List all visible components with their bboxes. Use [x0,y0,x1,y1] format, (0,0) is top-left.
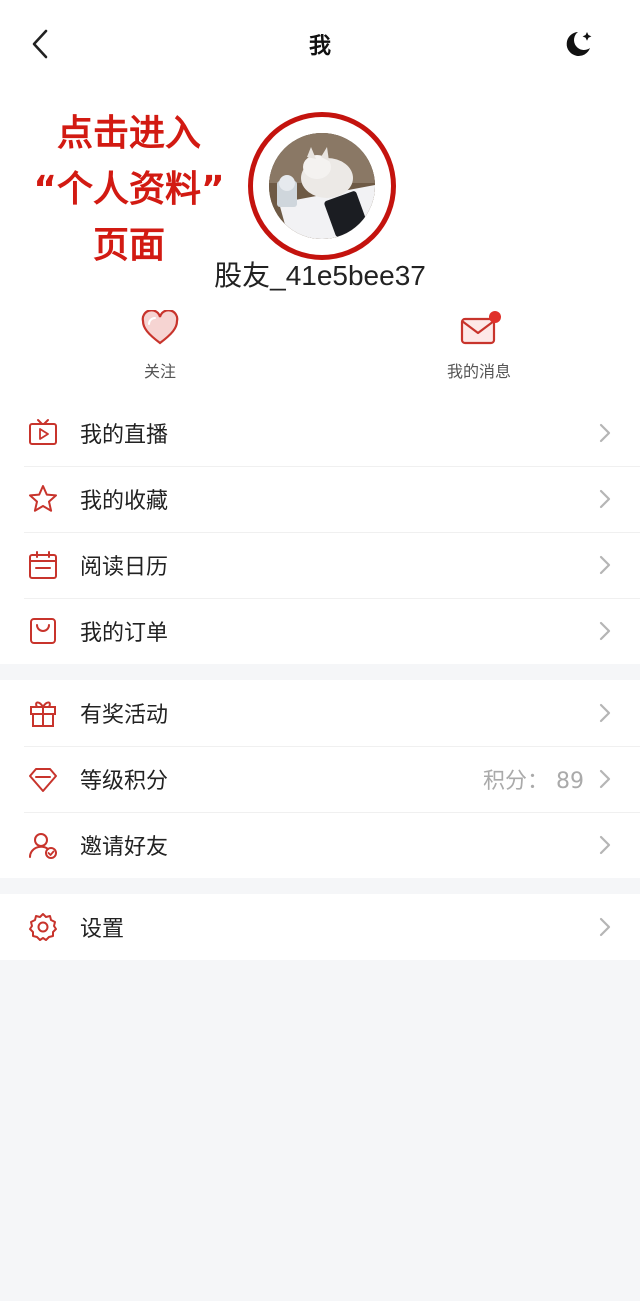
night-mode-button[interactable] [560,26,596,62]
section-divider [0,878,640,894]
tutorial-annotation: 点击进入 “个人资料” 页面 [14,106,244,274]
annotation-line: “个人资料” [33,169,225,210]
menu-label: 我的订单 [80,621,169,646]
profile-header: 我 点击进入 “个人资料” 页面 股友_41e5bee37 关注 我的消息 [0,0,640,400]
chevron-right-icon [599,835,611,855]
chevron-right-icon [599,423,611,443]
bag-icon [30,618,56,644]
menu-group-2: 有奖活动 等级积分 积分： 89 邀请好友 [0,680,640,878]
menu-item-level-points[interactable]: 等级积分 积分： 89 [0,746,640,812]
messages-label: 我的消息 [446,362,511,381]
avatar-image [269,133,375,239]
menu-label: 我的收藏 [80,489,169,514]
invite-user-icon [28,833,57,859]
star-icon [29,485,57,512]
menu-item-settings[interactable]: 设置 [0,894,640,960]
menu-label: 等级积分 [80,769,169,794]
annotation-line: 点击进入 [56,113,201,154]
menu-label: 邀请好友 [80,835,169,860]
diamond-icon [29,768,57,792]
moon-icon [566,32,592,56]
gift-icon [30,701,56,727]
username[interactable]: 股友_41e5bee37 [0,254,640,294]
section-divider [0,664,640,680]
menu-label: 阅读日历 [80,555,169,580]
points-value: 积分： 89 [483,769,584,794]
mail-icon [460,311,501,345]
gear-icon [29,913,57,941]
menu-item-reading-calendar[interactable]: 阅读日历 [0,532,640,598]
calendar-icon [29,551,57,579]
follow-label: 关注 [143,362,176,381]
heart-icon [141,310,179,345]
menu-item-invite-friends[interactable]: 邀请好友 [0,812,640,878]
menu-label: 设置 [80,917,125,942]
menu-label: 我的直播 [80,423,169,448]
chevron-right-icon [599,621,611,641]
avatar-highlight-circle [248,112,396,260]
chevron-right-icon [599,703,611,723]
chevron-right-icon [599,489,611,509]
chevron-right-icon [599,769,611,789]
tv-play-icon [29,419,57,445]
menu-label: 有奖活动 [80,703,169,728]
menu-item-my-live[interactable]: 我的直播 [0,400,640,466]
menu-item-my-favorites[interactable]: 我的收藏 [0,466,640,532]
avatar[interactable] [269,133,375,239]
page-title: 我 [308,34,331,59]
menu-item-rewards[interactable]: 有奖活动 [0,680,640,746]
chevron-right-icon [599,917,611,937]
unread-badge [489,311,501,323]
follow-button[interactable]: 关注 [90,308,230,382]
quick-actions: 关注 我的消息 [0,308,640,388]
menu-item-my-orders[interactable]: 我的订单 [0,598,640,664]
menu-group-1: 我的直播 我的收藏 阅读日历 我的订单 [0,400,640,664]
navbar: 我 [0,0,640,88]
menu-group-3: 设置 [0,894,640,960]
chevron-right-icon [599,555,611,575]
messages-button[interactable]: 我的消息 [409,308,549,382]
